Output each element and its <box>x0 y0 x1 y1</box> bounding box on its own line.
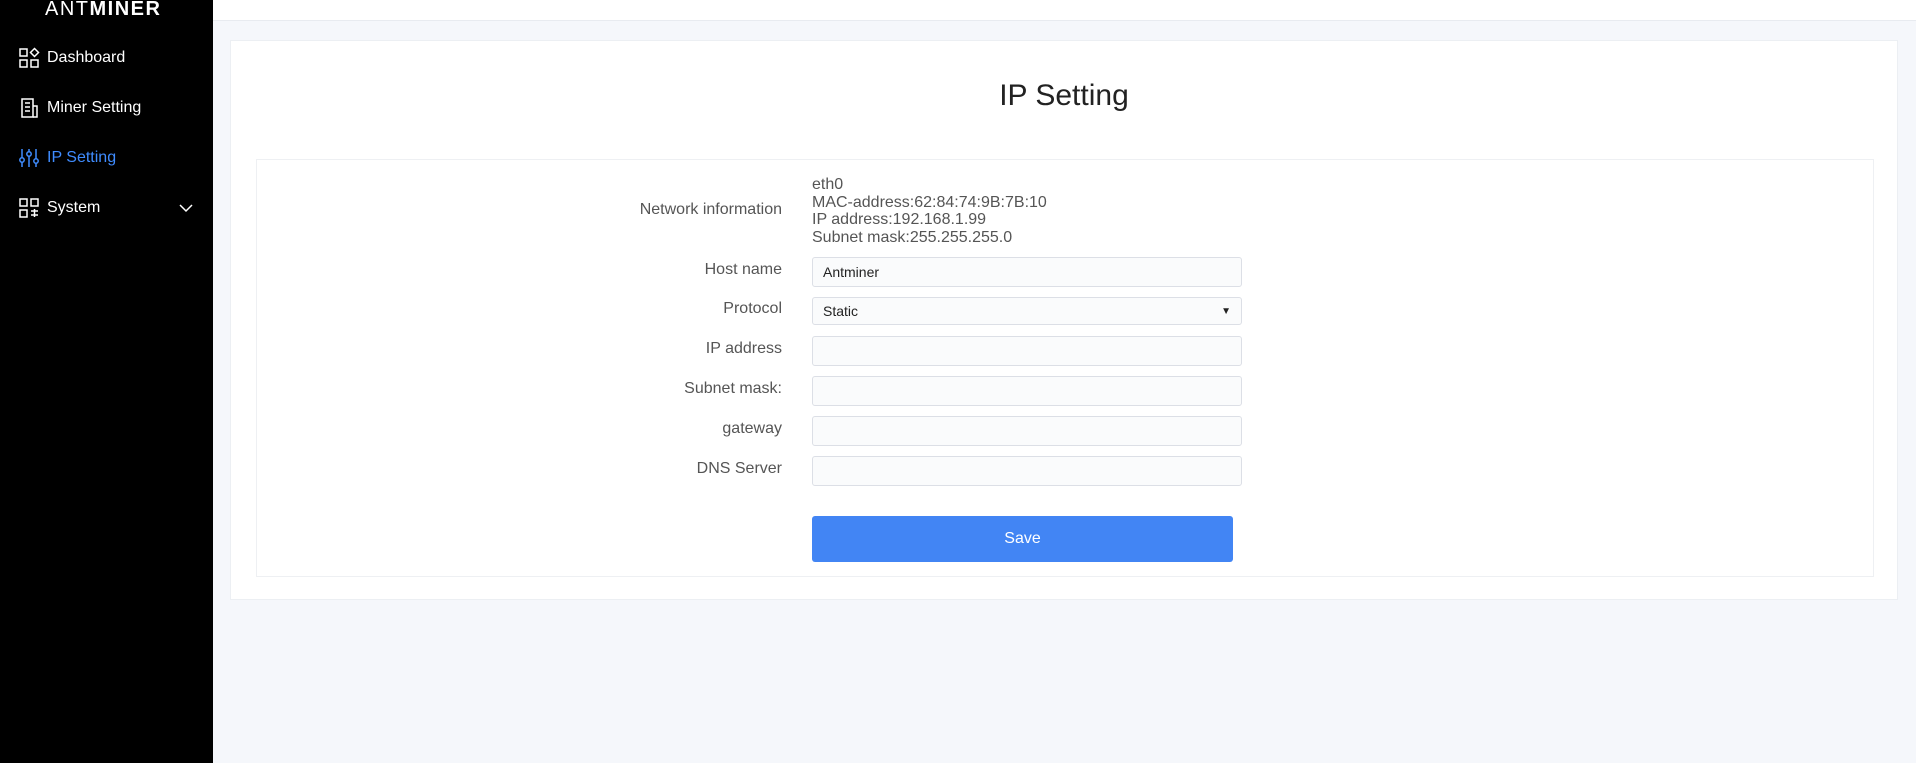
mac-address: MAC-address:62:84:74:9B:7B:10 <box>812 193 1047 211</box>
sidebar-item-ip-setting[interactable]: IP Setting <box>0 140 213 176</box>
ip-setting-form: Network information eth0 MAC-address:62:… <box>256 159 1874 577</box>
page-title: IP Setting <box>999 79 1129 112</box>
logo-bold-text: MINER <box>89 0 162 20</box>
sidebar-item-label: IP Setting <box>47 149 117 166</box>
protocol-select[interactable]: Static ▼ <box>812 297 1242 325</box>
sidebar-item-miner-setting[interactable]: Miner Setting <box>0 90 213 126</box>
host-name-label: Host name <box>704 261 782 278</box>
sliders-icon <box>17 146 41 170</box>
network-information-values: eth0 MAC-address:62:84:74:9B:7B:10 IP ad… <box>812 176 1047 246</box>
sidebar-item-dashboard[interactable]: Dashboard <box>0 40 213 76</box>
dns-server-input[interactable] <box>812 456 1242 486</box>
network-information-label: Network information <box>639 201 782 218</box>
sidebar-item-label: Dashboard <box>47 49 126 66</box>
ip-address-label: IP address <box>705 340 782 357</box>
sidebar-item-label: Miner Setting <box>47 99 142 116</box>
subnet-mask-label: Subnet mask: <box>684 380 782 397</box>
dns-server-label: DNS Server <box>696 460 782 477</box>
protocol-selected-value: Static <box>823 303 859 319</box>
dashboard-icon <box>17 46 41 70</box>
current-ip-address: IP address:192.168.1.99 <box>812 211 987 228</box>
save-button[interactable]: Save <box>812 516 1233 562</box>
gateway-label: gateway <box>722 420 782 437</box>
gateway-input[interactable] <box>812 416 1242 446</box>
host-name-input[interactable] <box>812 257 1242 287</box>
antminer-logo: ANTMINER <box>45 0 161 20</box>
sidebar-item-label: System <box>47 199 101 216</box>
logo-light-text: ANT <box>45 0 90 20</box>
sidebar: ANTMINER Dashboard Miner Setting IP Sett… <box>0 0 213 763</box>
protocol-label: Protocol <box>723 300 782 317</box>
ip-address-input[interactable] <box>812 336 1242 366</box>
dropdown-arrow-icon: ▼ <box>1221 305 1231 317</box>
chevron-down-icon[interactable] <box>177 199 195 217</box>
system-icon <box>17 196 41 220</box>
subnet-mask-input[interactable] <box>812 376 1242 406</box>
top-bar <box>213 0 1916 21</box>
miner-setting-icon <box>17 96 41 120</box>
ip-setting-card: IP Setting Network information eth0 MAC-… <box>230 40 1898 600</box>
interface-name: eth0 <box>812 176 844 193</box>
current-subnet-mask: Subnet mask:255.255.255.0 <box>812 228 1013 246</box>
sidebar-item-system[interactable]: System <box>0 190 213 226</box>
